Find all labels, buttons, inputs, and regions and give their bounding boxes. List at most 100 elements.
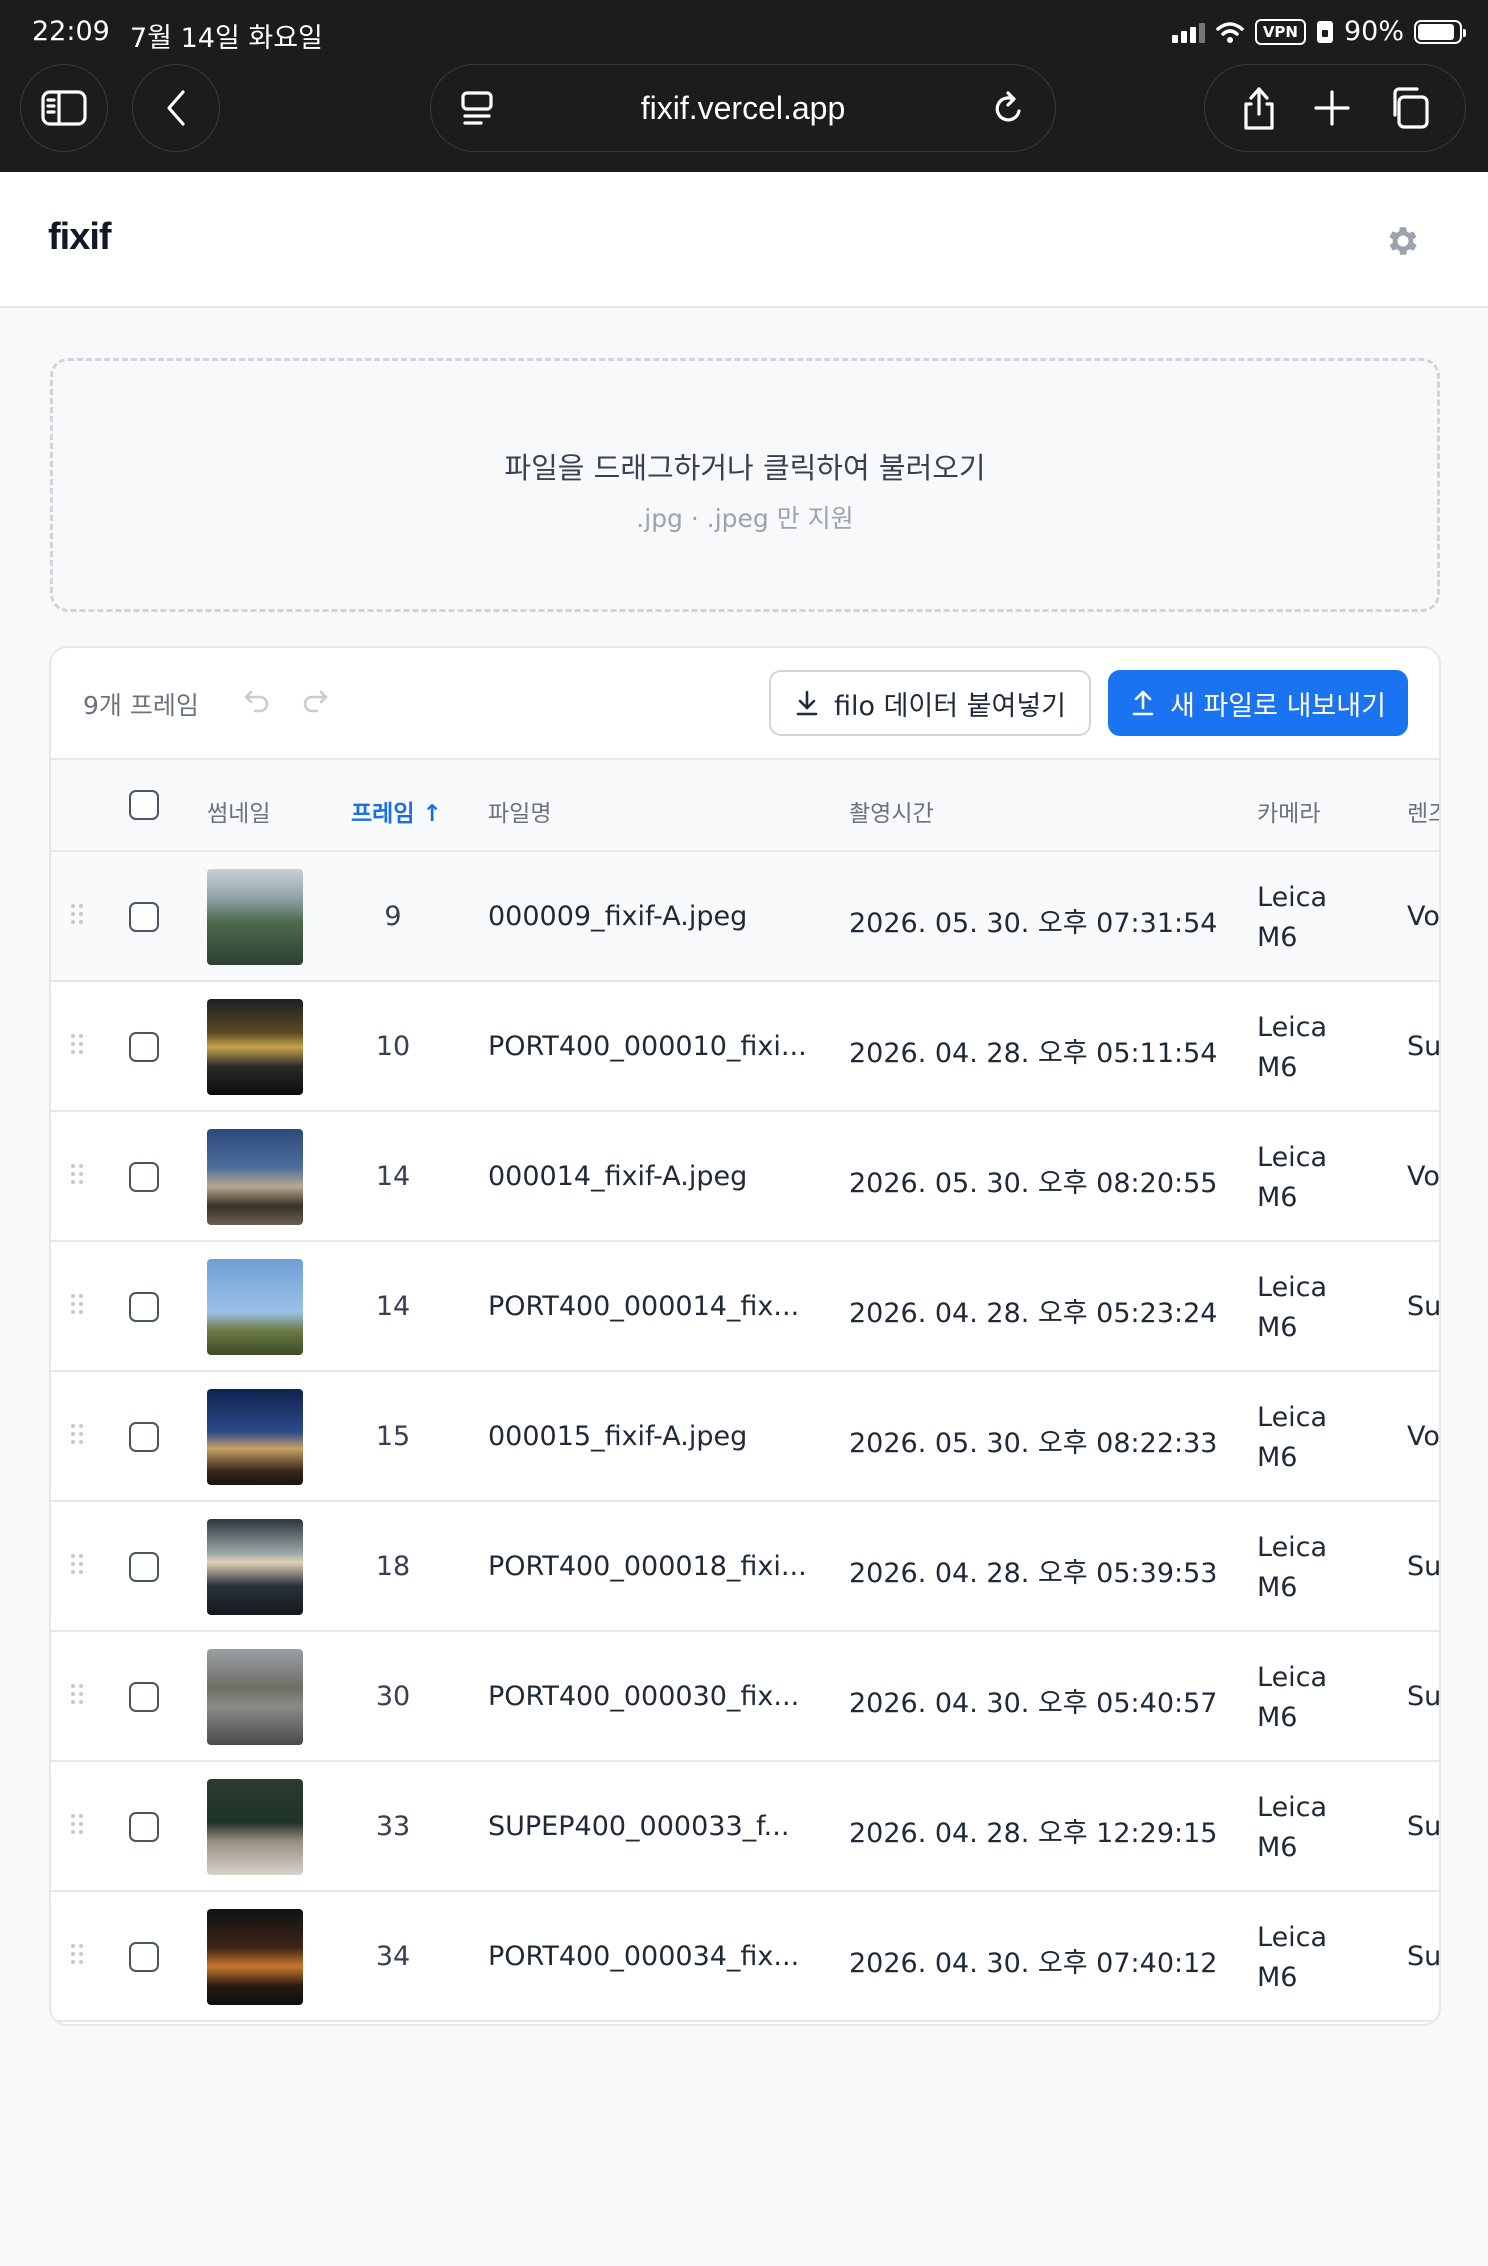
table-row[interactable]: 15 000015_fixif-A.jpeg 2026. 05. 30. 오후 08… <box>51 1372 1439 1502</box>
file-name[interactable]: PORT400_000030_fix... <box>488 1681 799 1712</box>
row-checkbox[interactable] <box>129 1812 159 1842</box>
capture-datetime[interactable]: 2026. 04. 28. 오후 05:39:53 <box>849 1551 1217 1590</box>
paste-filo-button[interactable]: filo 데이터 붙여넣기 <box>769 670 1091 736</box>
photo-thumbnail[interactable] <box>207 1259 303 1355</box>
lens-name[interactable]: Su <box>1407 1551 1439 1582</box>
back-button[interactable] <box>132 64 220 152</box>
header-filename[interactable]: 파일명 <box>488 794 551 828</box>
drag-handle-icon[interactable] <box>71 1684 85 1706</box>
drag-handle-icon[interactable] <box>71 1164 85 1186</box>
camera-name[interactable]: Leica M6 <box>1257 1918 1347 1998</box>
table-row[interactable]: 30 PORT400_000030_fix... 2026. 04. 30. 오후 … <box>51 1632 1439 1762</box>
photo-thumbnail[interactable] <box>207 999 303 1095</box>
frame-number[interactable]: 18 <box>363 1551 423 1582</box>
header-frame-sort[interactable]: 프레임 ↑ <box>351 794 442 828</box>
row-checkbox[interactable] <box>129 902 159 932</box>
drag-handle-icon[interactable] <box>71 1944 85 1966</box>
lens-name[interactable]: Su <box>1407 1681 1439 1712</box>
capture-datetime[interactable]: 2026. 05. 30. 오후 08:20:55 <box>849 1161 1217 1200</box>
capture-datetime[interactable]: 2026. 04. 30. 오후 05:40:57 <box>849 1681 1217 1720</box>
lens-name[interactable]: Vo <box>1407 1421 1439 1452</box>
row-checkbox[interactable] <box>129 1292 159 1322</box>
capture-datetime[interactable]: 2026. 04. 30. 오후 07:40:12 <box>849 1941 1217 1980</box>
reload-icon[interactable] <box>991 89 1027 129</box>
frame-number[interactable]: 34 <box>363 1941 423 1972</box>
frame-number[interactable]: 30 <box>363 1681 423 1712</box>
frame-number[interactable]: 14 <box>363 1291 423 1322</box>
share-icon[interactable] <box>1239 84 1279 132</box>
row-checkbox[interactable] <box>129 1682 159 1712</box>
camera-name[interactable]: Leica M6 <box>1257 878 1347 958</box>
table-row[interactable]: 33 SUPEP400_000033_f... 2026. 04. 28. 오후 1… <box>51 1762 1439 1892</box>
photo-thumbnail[interactable] <box>207 1909 303 2005</box>
file-name[interactable]: 000015_fixif-A.jpeg <box>488 1421 747 1452</box>
drag-handle-icon[interactable] <box>71 1424 85 1446</box>
lens-name[interactable]: Su <box>1407 1031 1439 1062</box>
camera-name[interactable]: Leica M6 <box>1257 1008 1347 1088</box>
photo-thumbnail[interactable] <box>207 869 303 965</box>
capture-datetime[interactable]: 2026. 04. 28. 오후 12:29:15 <box>849 1811 1217 1850</box>
capture-datetime[interactable]: 2026. 05. 30. 오후 08:22:33 <box>849 1421 1217 1460</box>
table-row[interactable]: 14 PORT400_000014_fix... 2026. 04. 28. 오후 … <box>51 1242 1439 1372</box>
row-checkbox[interactable] <box>129 1032 159 1062</box>
photo-thumbnail[interactable] <box>207 1389 303 1485</box>
drag-handle-icon[interactable] <box>71 1814 85 1836</box>
camera-name[interactable]: Leica M6 <box>1257 1528 1347 1608</box>
file-name[interactable]: PORT400_000018_fixi... <box>488 1551 807 1582</box>
lens-name[interactable]: Su <box>1407 1811 1439 1842</box>
url-text[interactable]: fixif.vercel.app <box>641 90 846 127</box>
drag-handle-icon[interactable] <box>71 1294 85 1316</box>
photo-thumbnail[interactable] <box>207 1519 303 1615</box>
photo-thumbnail[interactable] <box>207 1649 303 1745</box>
gear-icon[interactable] <box>1384 222 1422 260</box>
redo-icon[interactable] <box>299 684 331 716</box>
row-checkbox[interactable] <box>129 1552 159 1582</box>
file-name[interactable]: PORT400_000014_fix... <box>488 1291 799 1322</box>
file-name[interactable]: 000009_fixif-A.jpeg <box>488 901 747 932</box>
capture-datetime[interactable]: 2026. 04. 28. 오후 05:11:54 <box>849 1031 1217 1070</box>
row-checkbox[interactable] <box>129 1422 159 1452</box>
header-camera[interactable]: 카메라 <box>1257 794 1320 828</box>
table-row[interactable]: 14 000014_fixif-A.jpeg 2026. 05. 30. 오후 08… <box>51 1112 1439 1242</box>
drag-handle-icon[interactable] <box>71 1034 85 1056</box>
lens-name[interactable]: Vo <box>1407 901 1439 932</box>
file-name[interactable]: PORT400_000034_fix... <box>488 1941 799 1972</box>
table-row[interactable]: 10 PORT400_000010_fixi... 2026. 04. 28. 오후… <box>51 982 1439 1112</box>
row-checkbox[interactable] <box>129 1162 159 1192</box>
row-checkbox[interactable] <box>129 1942 159 1972</box>
lens-name[interactable]: Su <box>1407 1291 1439 1322</box>
tab-overview-icon[interactable] <box>459 89 495 129</box>
frame-number[interactable]: 14 <box>363 1161 423 1192</box>
export-button[interactable]: 새 파일로 내보내기 <box>1108 670 1408 736</box>
address-bar[interactable]: fixif.vercel.app <box>430 64 1056 152</box>
camera-name[interactable]: Leica M6 <box>1257 1398 1347 1478</box>
file-name[interactable]: PORT400_000010_fixi... <box>488 1031 807 1062</box>
header-datetime[interactable]: 촬영시간 <box>849 794 934 828</box>
frame-number[interactable]: 10 <box>363 1031 423 1062</box>
select-all-checkbox[interactable] <box>129 790 159 820</box>
file-dropzone[interactable]: 파일을 드래그하거나 클릭하여 불러오기 .jpg · .jpeg 만 지원 <box>50 358 1440 612</box>
drag-handle-icon[interactable] <box>71 904 85 926</box>
file-name[interactable]: SUPEP400_000033_f... <box>488 1811 789 1842</box>
camera-name[interactable]: Leica M6 <box>1257 1788 1347 1868</box>
app-title[interactable]: fixif <box>48 216 112 259</box>
camera-name[interactable]: Leica M6 <box>1257 1138 1347 1218</box>
camera-name[interactable]: Leica M6 <box>1257 1658 1347 1738</box>
frame-number[interactable]: 9 <box>363 901 423 932</box>
tabs-icon[interactable] <box>1385 85 1431 131</box>
new-tab-icon[interactable] <box>1312 88 1352 128</box>
drag-handle-icon[interactable] <box>71 1554 85 1576</box>
lens-name[interactable]: Vo <box>1407 1161 1439 1192</box>
capture-datetime[interactable]: 2026. 05. 30. 오후 07:31:54 <box>849 901 1217 940</box>
frame-number[interactable]: 33 <box>363 1811 423 1842</box>
camera-name[interactable]: Leica M6 <box>1257 1268 1347 1348</box>
lens-name[interactable]: Su <box>1407 1941 1439 1972</box>
table-row[interactable]: 18 PORT400_000018_fixi... 2026. 04. 28. 오후… <box>51 1502 1439 1632</box>
table-row[interactable]: 9 000009_fixif-A.jpeg 2026. 05. 30. 오후 07:… <box>51 852 1439 982</box>
sidebar-button[interactable] <box>20 64 108 152</box>
header-lens[interactable]: 렌즈 <box>1407 794 1439 828</box>
undo-icon[interactable] <box>241 684 273 716</box>
file-name[interactable]: 000014_fixif-A.jpeg <box>488 1161 747 1192</box>
capture-datetime[interactable]: 2026. 04. 28. 오후 05:23:24 <box>849 1291 1217 1330</box>
frame-number[interactable]: 15 <box>363 1421 423 1452</box>
